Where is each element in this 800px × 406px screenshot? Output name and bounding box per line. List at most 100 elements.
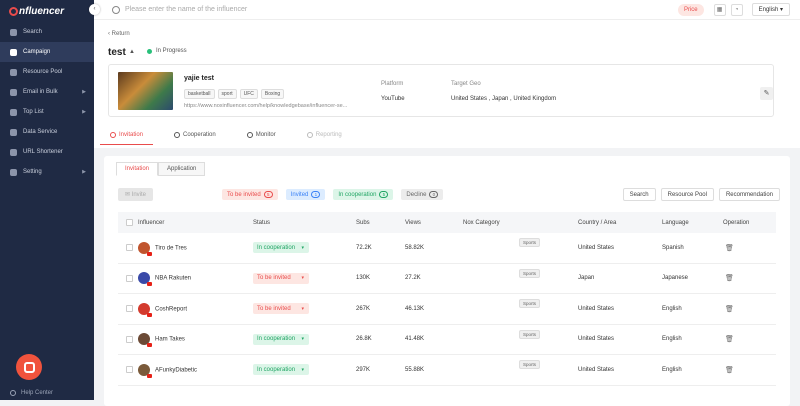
delete-icon[interactable]: 🗑: [725, 244, 734, 252]
return-link[interactable]: ‹ Return: [108, 31, 130, 37]
cell-country: United States: [578, 305, 615, 312]
cell-lang: Japanese: [662, 275, 689, 282]
status-select[interactable]: In cooperation ▾: [253, 333, 309, 345]
main-content: ‹ Return test ▲ In Progress yajie test b…: [94, 20, 800, 406]
sidebar-item-label: Campaign: [23, 49, 51, 55]
influencer-cell[interactable]: NBA Rakuten: [138, 272, 191, 287]
campaign-icon: [10, 48, 17, 56]
subtab-application[interactable]: Application: [158, 162, 206, 176]
influencer-cell[interactable]: CoshReport: [138, 302, 187, 317]
youtube-icon: [147, 251, 152, 256]
target-geo-label: Target Geo: [451, 81, 481, 87]
delete-icon[interactable]: 🗑: [725, 274, 734, 282]
influencer-cell[interactable]: AFunkyDiabetic: [138, 363, 197, 378]
influencer-search-input[interactable]: Please enter the name of the influencer: [125, 6, 678, 13]
title-dropdown-icon[interactable]: ▲: [129, 49, 135, 55]
chevron-right-icon: ▶: [82, 169, 86, 175]
sidebar-item-campaign[interactable]: Campaign: [0, 42, 94, 62]
status-label: In Progress: [156, 48, 187, 54]
tab-invitation[interactable]: Invitation: [99, 126, 154, 145]
page-title: test: [108, 47, 126, 58]
row-checkbox[interactable]: [126, 305, 133, 313]
collapse-sidebar-button[interactable]: ‹: [89, 4, 100, 15]
filter-to-be-invited[interactable]: To be invited 5: [222, 189, 278, 200]
column-header-nox-category: Nox Category: [463, 219, 500, 226]
delete-icon[interactable]: 🗑: [725, 335, 734, 343]
table-row[interactable]: CoshReport To be invited ▾ 267K 46.13K Sports…: [118, 294, 776, 325]
row-checkbox[interactable]: [126, 366, 133, 374]
row-checkbox[interactable]: [126, 244, 133, 252]
influencer-table: Influencer Status Subs Views Nox Category Cou…: [118, 212, 776, 386]
table-row[interactable]: AFunkyDiabetic In cooperation ▾ 297K 55.88K S…: [118, 355, 776, 386]
brand-logo[interactable]: nfluencer: [0, 0, 94, 22]
influencer-cell[interactable]: Ham Takes: [138, 333, 185, 348]
tab-cooperation[interactable]: Cooperation: [172, 126, 218, 144]
chevron-down-icon: ▾: [301, 366, 304, 373]
avatar: [138, 302, 152, 317]
help-center-link[interactable]: Help Center: [10, 390, 53, 396]
cell-subs: 26.8K: [356, 336, 372, 343]
cell-views: 27.2K: [405, 275, 421, 282]
status-label: In cooperation: [257, 336, 296, 343]
table-row[interactable]: NBA Rakuten To be invited ▾ 130K 27.2K Sports…: [118, 264, 776, 294]
return-label: Return: [111, 31, 130, 37]
table-body: Tiro de Tres In cooperation ▾ 72.2K 58.82K Sp…: [118, 233, 776, 386]
row-checkbox[interactable]: [126, 335, 133, 343]
status-select[interactable]: In cooperation ▾: [253, 364, 309, 376]
filter-count: 1: [311, 191, 321, 198]
campaign-tag: basketball: [184, 89, 215, 99]
sidebar-item-top-list[interactable]: Top List ▶: [0, 102, 94, 122]
sidebar-item-resource-pool[interactable]: Resource Pool: [0, 62, 94, 82]
table-header: Influencer Status Subs Views Nox Category Cou…: [118, 212, 776, 233]
subtab-invitation[interactable]: Invitation: [116, 162, 159, 176]
filter-decline[interactable]: Decline 0: [401, 189, 444, 200]
delete-icon[interactable]: 🗑: [725, 366, 734, 374]
youtube-icon: [147, 343, 152, 348]
status-select[interactable]: To be invited ▾: [253, 303, 309, 315]
filter-invited[interactable]: Invited 1: [285, 189, 326, 200]
filter-in-cooperation[interactable]: In cooperation 5: [333, 189, 394, 200]
campaign-tag: UFC: [239, 89, 258, 99]
chevron-down-icon: ▾: [301, 275, 304, 282]
chevron-down-icon: ▾: [301, 244, 304, 251]
search-button[interactable]: Search: [622, 188, 656, 201]
apps-grid-button[interactable]: ▦: [713, 3, 726, 16]
status-select[interactable]: In cooperation ▾: [253, 242, 309, 254]
filter-label: Invited: [290, 191, 309, 198]
language-select[interactable]: English ▾: [751, 3, 790, 16]
table-row[interactable]: Ham Takes In cooperation ▾ 26.8K 41.48K Sport…: [118, 325, 776, 355]
column-header-influencer: Influencer: [138, 219, 165, 226]
notifications-button[interactable]: ◔: [730, 3, 743, 16]
sidebar-item-url-shortener[interactable]: URL Shortener: [0, 142, 94, 162]
cell-subs: 130K: [356, 275, 371, 282]
status-select[interactable]: To be invited ▾: [253, 272, 309, 284]
row-checkbox[interactable]: [126, 274, 133, 282]
cell-views: 55.88K: [405, 366, 425, 373]
monitor-icon: [246, 132, 253, 138]
influencer-cell[interactable]: Tiro de Tres: [138, 241, 187, 256]
price-button[interactable]: Price: [677, 3, 704, 16]
chat-button[interactable]: [16, 354, 42, 380]
resource-pool-button[interactable]: Resource Pool: [660, 188, 714, 201]
invite-button[interactable]: ✉ Invite: [118, 188, 153, 201]
handshake-icon: [174, 132, 181, 138]
status-dot-icon: [147, 48, 152, 54]
logo-text: nfluencer: [19, 5, 65, 17]
campaign-card: yajie test basketball sport UFC Boxing http…: [108, 64, 774, 117]
sidebar-item-data-service[interactable]: Data Service: [0, 122, 94, 142]
edit-campaign-button[interactable]: ✎: [760, 87, 773, 100]
cell-lang: English: [662, 305, 682, 312]
recommendation-button[interactable]: Recommendation: [718, 188, 780, 201]
campaign-url[interactable]: https://www.noxinfluencer.com/help/knowl…: [184, 103, 347, 109]
sidebar-item-email-in-bulk[interactable]: Email in Bulk ▶: [0, 82, 94, 102]
sidebar-item-setting[interactable]: Setting ▶: [0, 162, 94, 182]
sidebar-item-search[interactable]: Search: [0, 22, 94, 42]
report-icon: [306, 132, 313, 138]
table-row[interactable]: Tiro de Tres In cooperation ▾ 72.2K 58.82K Sp…: [118, 233, 776, 264]
delete-icon[interactable]: 🗑: [725, 305, 734, 313]
cell-country: United States: [578, 336, 615, 343]
select-all-checkbox[interactable]: [126, 219, 133, 226]
category-badge: Sports: [519, 238, 541, 248]
tab-monitor[interactable]: Monitor: [245, 126, 278, 144]
gear-icon: [10, 168, 17, 176]
